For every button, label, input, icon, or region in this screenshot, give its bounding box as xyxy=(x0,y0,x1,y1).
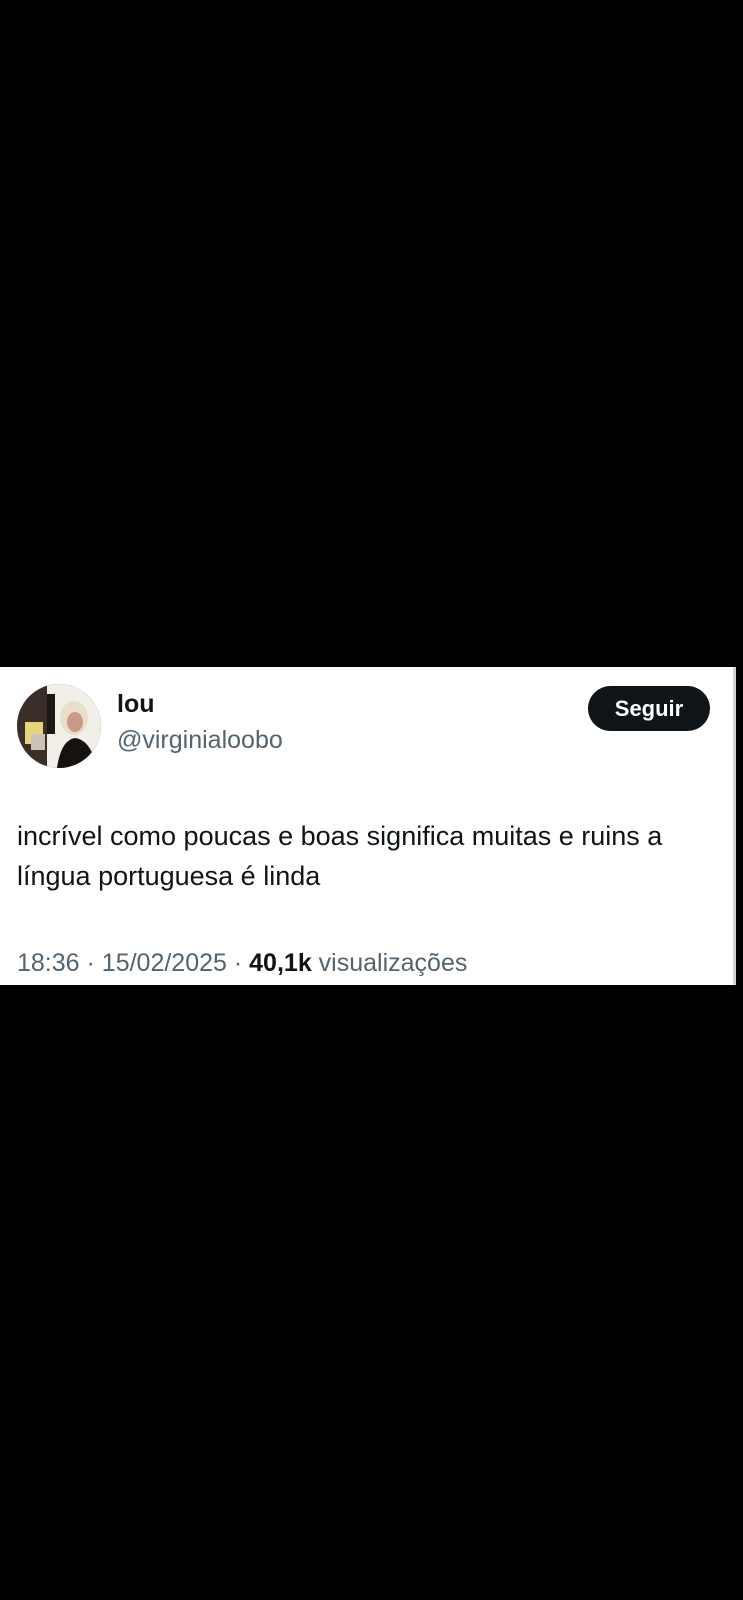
profile-photo-icon xyxy=(17,684,101,768)
author-handle[interactable]: @virginialoobo xyxy=(117,725,283,755)
author-display-name[interactable]: lou xyxy=(117,689,155,719)
avatar[interactable] xyxy=(17,684,101,768)
views-label: visualizações xyxy=(318,949,468,977)
meta-separator: · xyxy=(233,949,243,977)
tweet-text: incrível como poucas e boas significa mu… xyxy=(17,821,663,891)
tweet-meta: 18:36 · 15/02/2025 · 40,1k visualizações xyxy=(17,948,467,978)
tweet-date[interactable]: 15/02/2025 xyxy=(102,949,227,977)
tweet-card[interactable]: lou @virginialoobo Seguir incrível como … xyxy=(0,667,736,985)
tweet-time[interactable]: 18:36 xyxy=(17,949,80,977)
follow-button[interactable]: Seguir xyxy=(588,686,710,731)
meta-separator: · xyxy=(86,949,95,977)
views-count[interactable]: 40,1k xyxy=(249,949,312,977)
